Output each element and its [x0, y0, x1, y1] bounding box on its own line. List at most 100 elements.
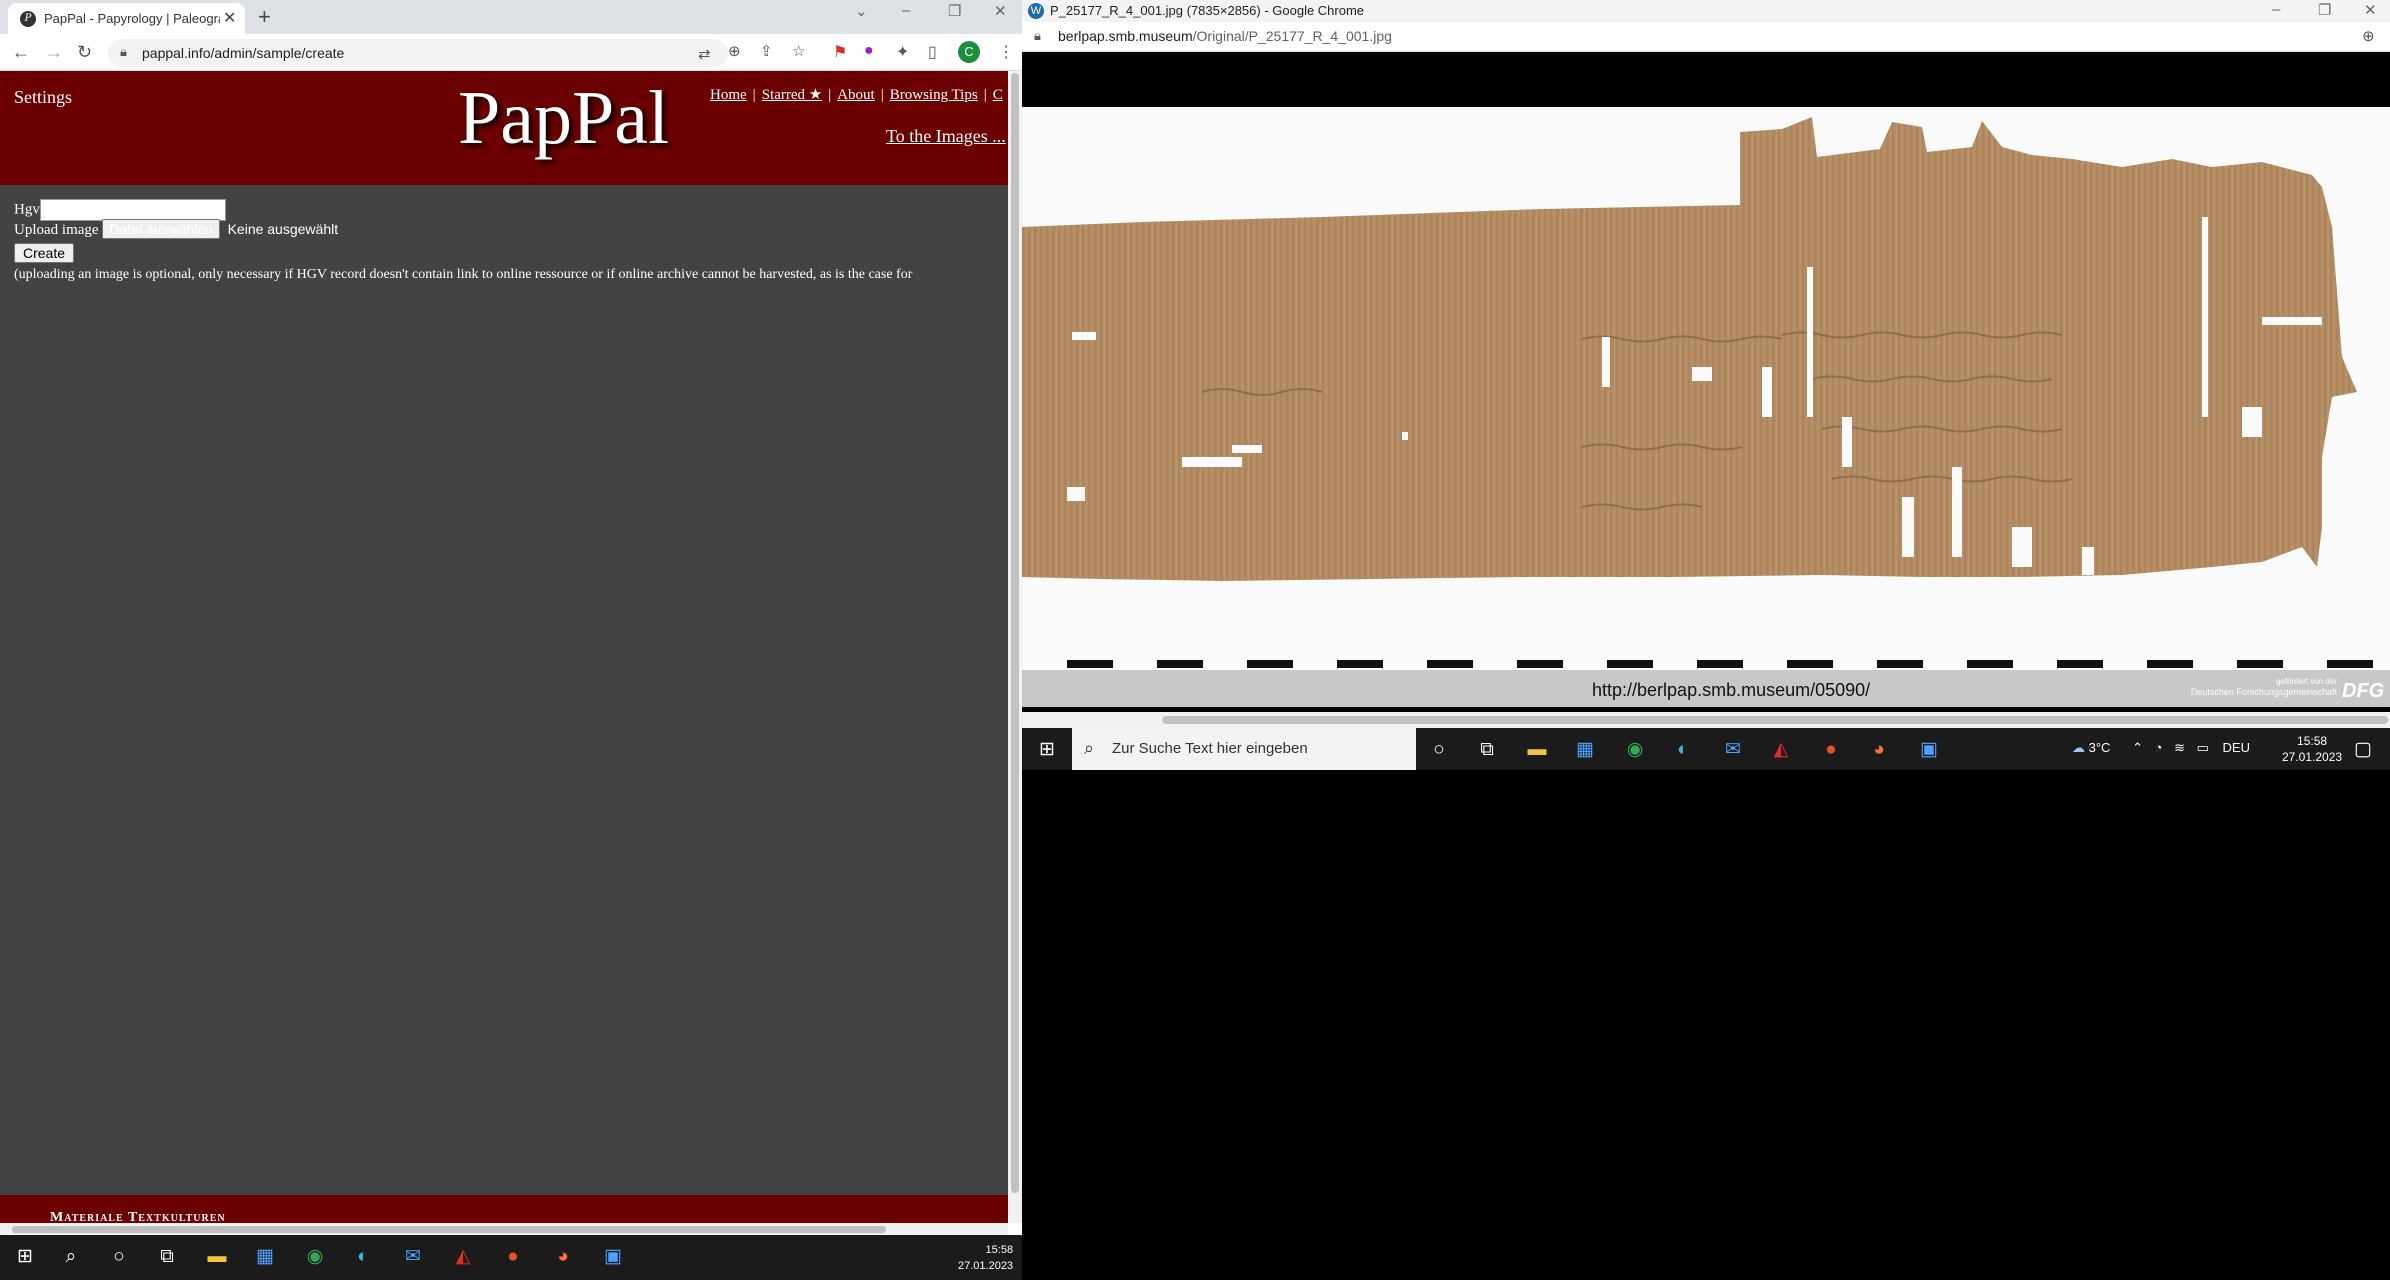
weather-cloud-icon[interactable]: ☁ [2072, 740, 2085, 755]
image-url-caption: http://berlpap.smb.museum/05090/ [1592, 680, 1870, 700]
zoom-icon[interactable]: ⊕ [728, 42, 741, 60]
nav-about[interactable]: About [837, 87, 875, 103]
vertical-scroll-thumb[interactable] [1011, 73, 1019, 1193]
tray-chevron-icon[interactable]: ⌃ [2132, 740, 2143, 755]
right-zoom-icon[interactable]: ⊕ [2362, 27, 2375, 45]
right-browser-window: W P_25177_R_4_001.jpg (7835×2856) - Goog… [1022, 0, 2390, 728]
minimize-icon[interactable]: – [902, 2, 910, 19]
vertical-scrollbar[interactable] [1008, 71, 1022, 1223]
choose-file-button[interactable]: Datei auswählen [102, 219, 220, 239]
lock-icon[interactable]: 🔒︎ [120, 44, 127, 60]
right-minimize-icon[interactable]: – [2272, 1, 2280, 18]
reload-icon[interactable]: ↻ [77, 42, 92, 63]
rt-photos-icon[interactable]: ▣ [1916, 737, 1942, 763]
wifi-icon[interactable]: ≋ [2174, 740, 2185, 755]
tab-pappal[interactable]: P PapPal - Papyrology | Paleograph ✕ [8, 3, 245, 34]
left-clock[interactable]: 15:58 27.01.2023 [958, 1242, 1013, 1274]
mail-icon[interactable]: ✉ [400, 1244, 426, 1270]
rt-acrobat-icon[interactable]: ◭ [1768, 737, 1794, 763]
powerpoint-icon[interactable]: ● [500, 1244, 526, 1270]
extensions-puzzle-icon[interactable]: ✦ [896, 42, 909, 62]
pappal-logo[interactable]: PapPal [458, 75, 669, 162]
tab-search-icon[interactable]: ⌄ [855, 2, 868, 20]
nav-browsing-tips[interactable]: Browsing Tips [890, 87, 978, 103]
right-taskbar: ⊞ ⌕ Zur Suche Text hier eingeben ○ ⧉ ▬ ▦… [1022, 728, 2390, 770]
bookmark-star-icon[interactable]: ☆ [792, 42, 805, 60]
right-address-bar[interactable]: 🔒︎ berlpap.smb.museum/Original/P_25177_R… [1022, 22, 2390, 52]
rt-windows-start-icon[interactable]: ⊞ [1034, 737, 1060, 763]
rt-search-box[interactable]: ⌕ Zur Suche Text hier eingeben [1072, 728, 1416, 770]
close-window-icon[interactable]: ✕ [994, 2, 1007, 20]
new-tab-icon[interactable]: + [258, 4, 271, 30]
side-panel-icon[interactable]: ▯ [928, 42, 937, 62]
profile-avatar[interactable]: C [958, 41, 980, 63]
hgv-row: Hgv [14, 199, 226, 221]
right-lock-icon[interactable]: 🔒︎ [1034, 28, 1041, 44]
language-indicator[interactable]: DEU [2223, 740, 2250, 755]
battery-icon[interactable]: ▭ [2197, 740, 2209, 755]
task-view-icon[interactable]: ⧉ [154, 1244, 180, 1270]
photos-icon[interactable]: ▣ [600, 1244, 626, 1270]
network-icon[interactable]: ◔ [2155, 740, 2163, 755]
translate-icon[interactable]: ⇄ [698, 45, 711, 63]
rt-date: 27.01.2023 [2282, 750, 2343, 764]
back-icon[interactable]: ← [12, 42, 30, 63]
firefox-icon[interactable]: ◕ [550, 1244, 576, 1270]
tab-close-icon[interactable]: ✕ [223, 8, 236, 28]
right-restore-icon[interactable]: ❐ [2318, 1, 2331, 19]
edge-icon[interactable]: ◐ [350, 1244, 376, 1270]
rt-file-explorer-icon[interactable]: ▬ [1524, 737, 1550, 763]
system-tray: ☁ 3°C ⌃ ◔ ≋ ▭ DEU [2072, 740, 2250, 756]
rt-store-icon[interactable]: ▦ [1572, 737, 1598, 763]
right-window-title: P_25177_R_4_001.jpg (7835×2856) - Google… [1050, 3, 1365, 18]
to-images-link[interactable]: To the Images ... [886, 126, 1006, 147]
rt-edge-icon[interactable]: ◐ [1670, 737, 1696, 763]
nav-more[interactable]: C [993, 87, 1003, 103]
tab-title: PapPal - Papyrology | Paleograph [44, 11, 220, 26]
search-icon[interactable]: ⌕ [58, 1244, 84, 1270]
share-icon[interactable]: ⇪ [760, 42, 773, 60]
url-text[interactable]: pappal.info/admin/sample/create [142, 45, 344, 61]
left-browser-window: P PapPal - Papyrology | Paleograph ✕ + ⌄… [0, 0, 1022, 1235]
extension-purple-icon[interactable]: ● [864, 42, 874, 60]
restore-icon[interactable]: ❐ [948, 2, 961, 20]
weather-temp[interactable]: 3°C [2089, 740, 2111, 755]
rt-search-placeholder: Zur Suche Text hier eingeben [1112, 740, 1308, 757]
right-url-text[interactable]: berlpap.smb.museum/Original/P_25177_R_4_… [1058, 28, 1392, 44]
file-explorer-icon[interactable]: ▬ [204, 1244, 230, 1270]
omnibox[interactable]: 🔒︎ pappal.info/admin/sample/create ⇄ [108, 39, 728, 67]
settings-link[interactable]: Settings [14, 87, 72, 108]
hgv-input[interactable] [39, 199, 226, 221]
rt-chrome-icon[interactable]: ◉ [1622, 737, 1648, 763]
rt-powerpoint-icon[interactable]: ● [1818, 737, 1844, 763]
nav-starred[interactable]: Starred ★ [762, 87, 823, 103]
right-title-bar: W P_25177_R_4_001.jpg (7835×2856) - Goog… [1022, 0, 2390, 22]
right-horizontal-scrollbar[interactable] [1022, 712, 2390, 728]
rt-mail-icon[interactable]: ✉ [1720, 737, 1746, 763]
forward-icon[interactable]: → [45, 42, 63, 63]
menu-icon[interactable]: ⋮ [998, 42, 1014, 62]
rt-cortana-icon[interactable]: ○ [1426, 737, 1452, 763]
cortana-icon[interactable]: ○ [106, 1244, 132, 1270]
extension-red-icon[interactable]: ⚑ [833, 42, 847, 62]
address-bar-row: ← → ↻ 🔒︎ pappal.info/admin/sample/create… [0, 34, 1022, 71]
papyrus-image[interactable]: http://berlpap.smb.museum/05090/ geförde… [1022, 107, 2390, 707]
hgv-label: Hgv [14, 201, 40, 218]
store-icon[interactable]: ▦ [252, 1244, 278, 1270]
create-button[interactable]: Create [14, 243, 75, 263]
right-scroll-thumb[interactable] [1162, 716, 2388, 724]
horizontal-scrollbar[interactable] [0, 1223, 1008, 1235]
nav-home[interactable]: Home [710, 87, 747, 103]
acrobat-icon[interactable]: ◭ [450, 1244, 476, 1270]
windows-start-icon[interactable]: ⊞ [12, 1244, 38, 1270]
right-close-icon[interactable]: ✕ [2364, 1, 2377, 19]
dfg-line2: Deutschen Forschungsgemeinschaft [2191, 687, 2338, 697]
rt-clock[interactable]: 15:58 27.01.2023 [2282, 733, 2342, 765]
rt-search-icon: ⌕ [1084, 738, 1095, 758]
notifications-icon[interactable]: ▢ [2350, 737, 2376, 763]
left-taskbar: ⊞ ⌕ ○ ⧉ ▬ ▦ ◉ ◐ ✉ ◭ ● ◕ ▣ 15:58 27.01.20… [0, 1235, 1022, 1280]
horizontal-scroll-thumb[interactable] [12, 1226, 886, 1233]
rt-task-view-icon[interactable]: ⧉ [1474, 737, 1500, 763]
chrome-icon[interactable]: ◉ [302, 1244, 328, 1270]
rt-firefox-icon[interactable]: ◕ [1866, 737, 1892, 763]
